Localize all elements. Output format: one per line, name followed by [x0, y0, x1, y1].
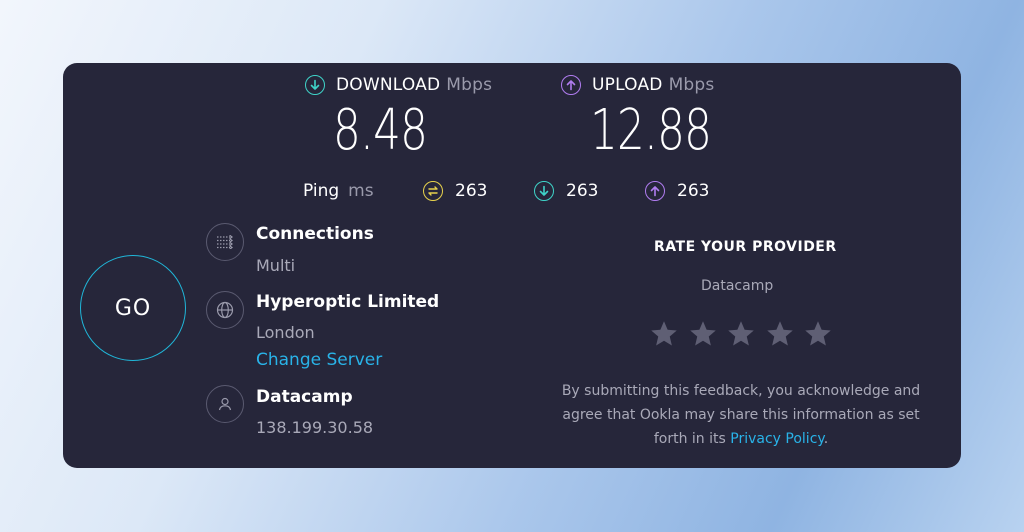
globe-icon [206, 291, 244, 329]
change-server-link[interactable]: Change Server [256, 350, 382, 370]
download-label: DOWNLOAD [336, 75, 441, 95]
feedback-disclaimer: By submitting this feedback, you acknowl… [531, 379, 951, 451]
upload-arrow-icon [561, 75, 581, 95]
server-title: Hyperoptic Limited [256, 292, 440, 312]
provider-ip: 138.199.30.58 [256, 418, 374, 437]
ping-upload: 263 [645, 181, 709, 201]
disclaimer-line-2: agree that Ookla may share this informat… [562, 407, 920, 423]
ping-label: Ping [303, 181, 340, 201]
provider-title: Datacamp [256, 387, 353, 407]
ping-unit: ms [348, 181, 374, 201]
connections-value: Multi [256, 256, 296, 275]
disclaimer-line-3-suffix: . [823, 431, 829, 447]
ping-download-icon [534, 181, 554, 201]
download-value: 8.48 [333, 98, 428, 163]
disclaimer-line-3-prefix: forth in its [653, 431, 731, 447]
star-icon-5[interactable] [803, 319, 833, 349]
download-unit: Mbps [446, 75, 493, 95]
star-icon-2[interactable] [688, 319, 718, 349]
disclaimer-line-3: forth in its Privacy Policy. [531, 427, 951, 451]
upload-unit: Mbps [668, 75, 715, 95]
star-rating[interactable] [649, 319, 842, 349]
ping-download: 263 [534, 181, 598, 201]
ping-download-value: 263 [566, 181, 599, 201]
connections-title: Connections [256, 224, 374, 244]
upload-value: 12.88 [590, 98, 712, 163]
star-icon-3[interactable] [726, 319, 756, 349]
privacy-policy-link[interactable]: Privacy Policy [730, 431, 823, 447]
ping-upload-icon [645, 181, 665, 201]
ping-upload-value: 263 [677, 181, 710, 201]
upload-header: UPLOAD Mbps [561, 75, 714, 95]
user-icon [206, 385, 244, 423]
download-arrow-icon [305, 75, 325, 95]
rate-title: RATE YOUR PROVIDER [654, 239, 837, 255]
ping-idle-icon [423, 181, 443, 201]
star-icon-1[interactable] [649, 319, 679, 349]
disclaimer-line-1: By submitting this feedback, you acknowl… [561, 383, 921, 399]
rate-provider-name: Datacamp [701, 278, 774, 294]
ping-idle: 263 [423, 181, 487, 201]
connections-icon [206, 223, 244, 261]
upload-label: UPLOAD [592, 75, 663, 95]
server-location: London [256, 323, 315, 342]
go-button[interactable]: GO [80, 255, 186, 361]
ping-idle-value: 263 [455, 181, 488, 201]
ping-row: Ping ms [303, 181, 374, 201]
star-icon-4[interactable] [765, 319, 795, 349]
speedtest-card: DOWNLOAD Mbps 8.48 UPLOAD Mbps 12.88 Pin… [63, 63, 961, 468]
download-header: DOWNLOAD Mbps [305, 75, 492, 95]
